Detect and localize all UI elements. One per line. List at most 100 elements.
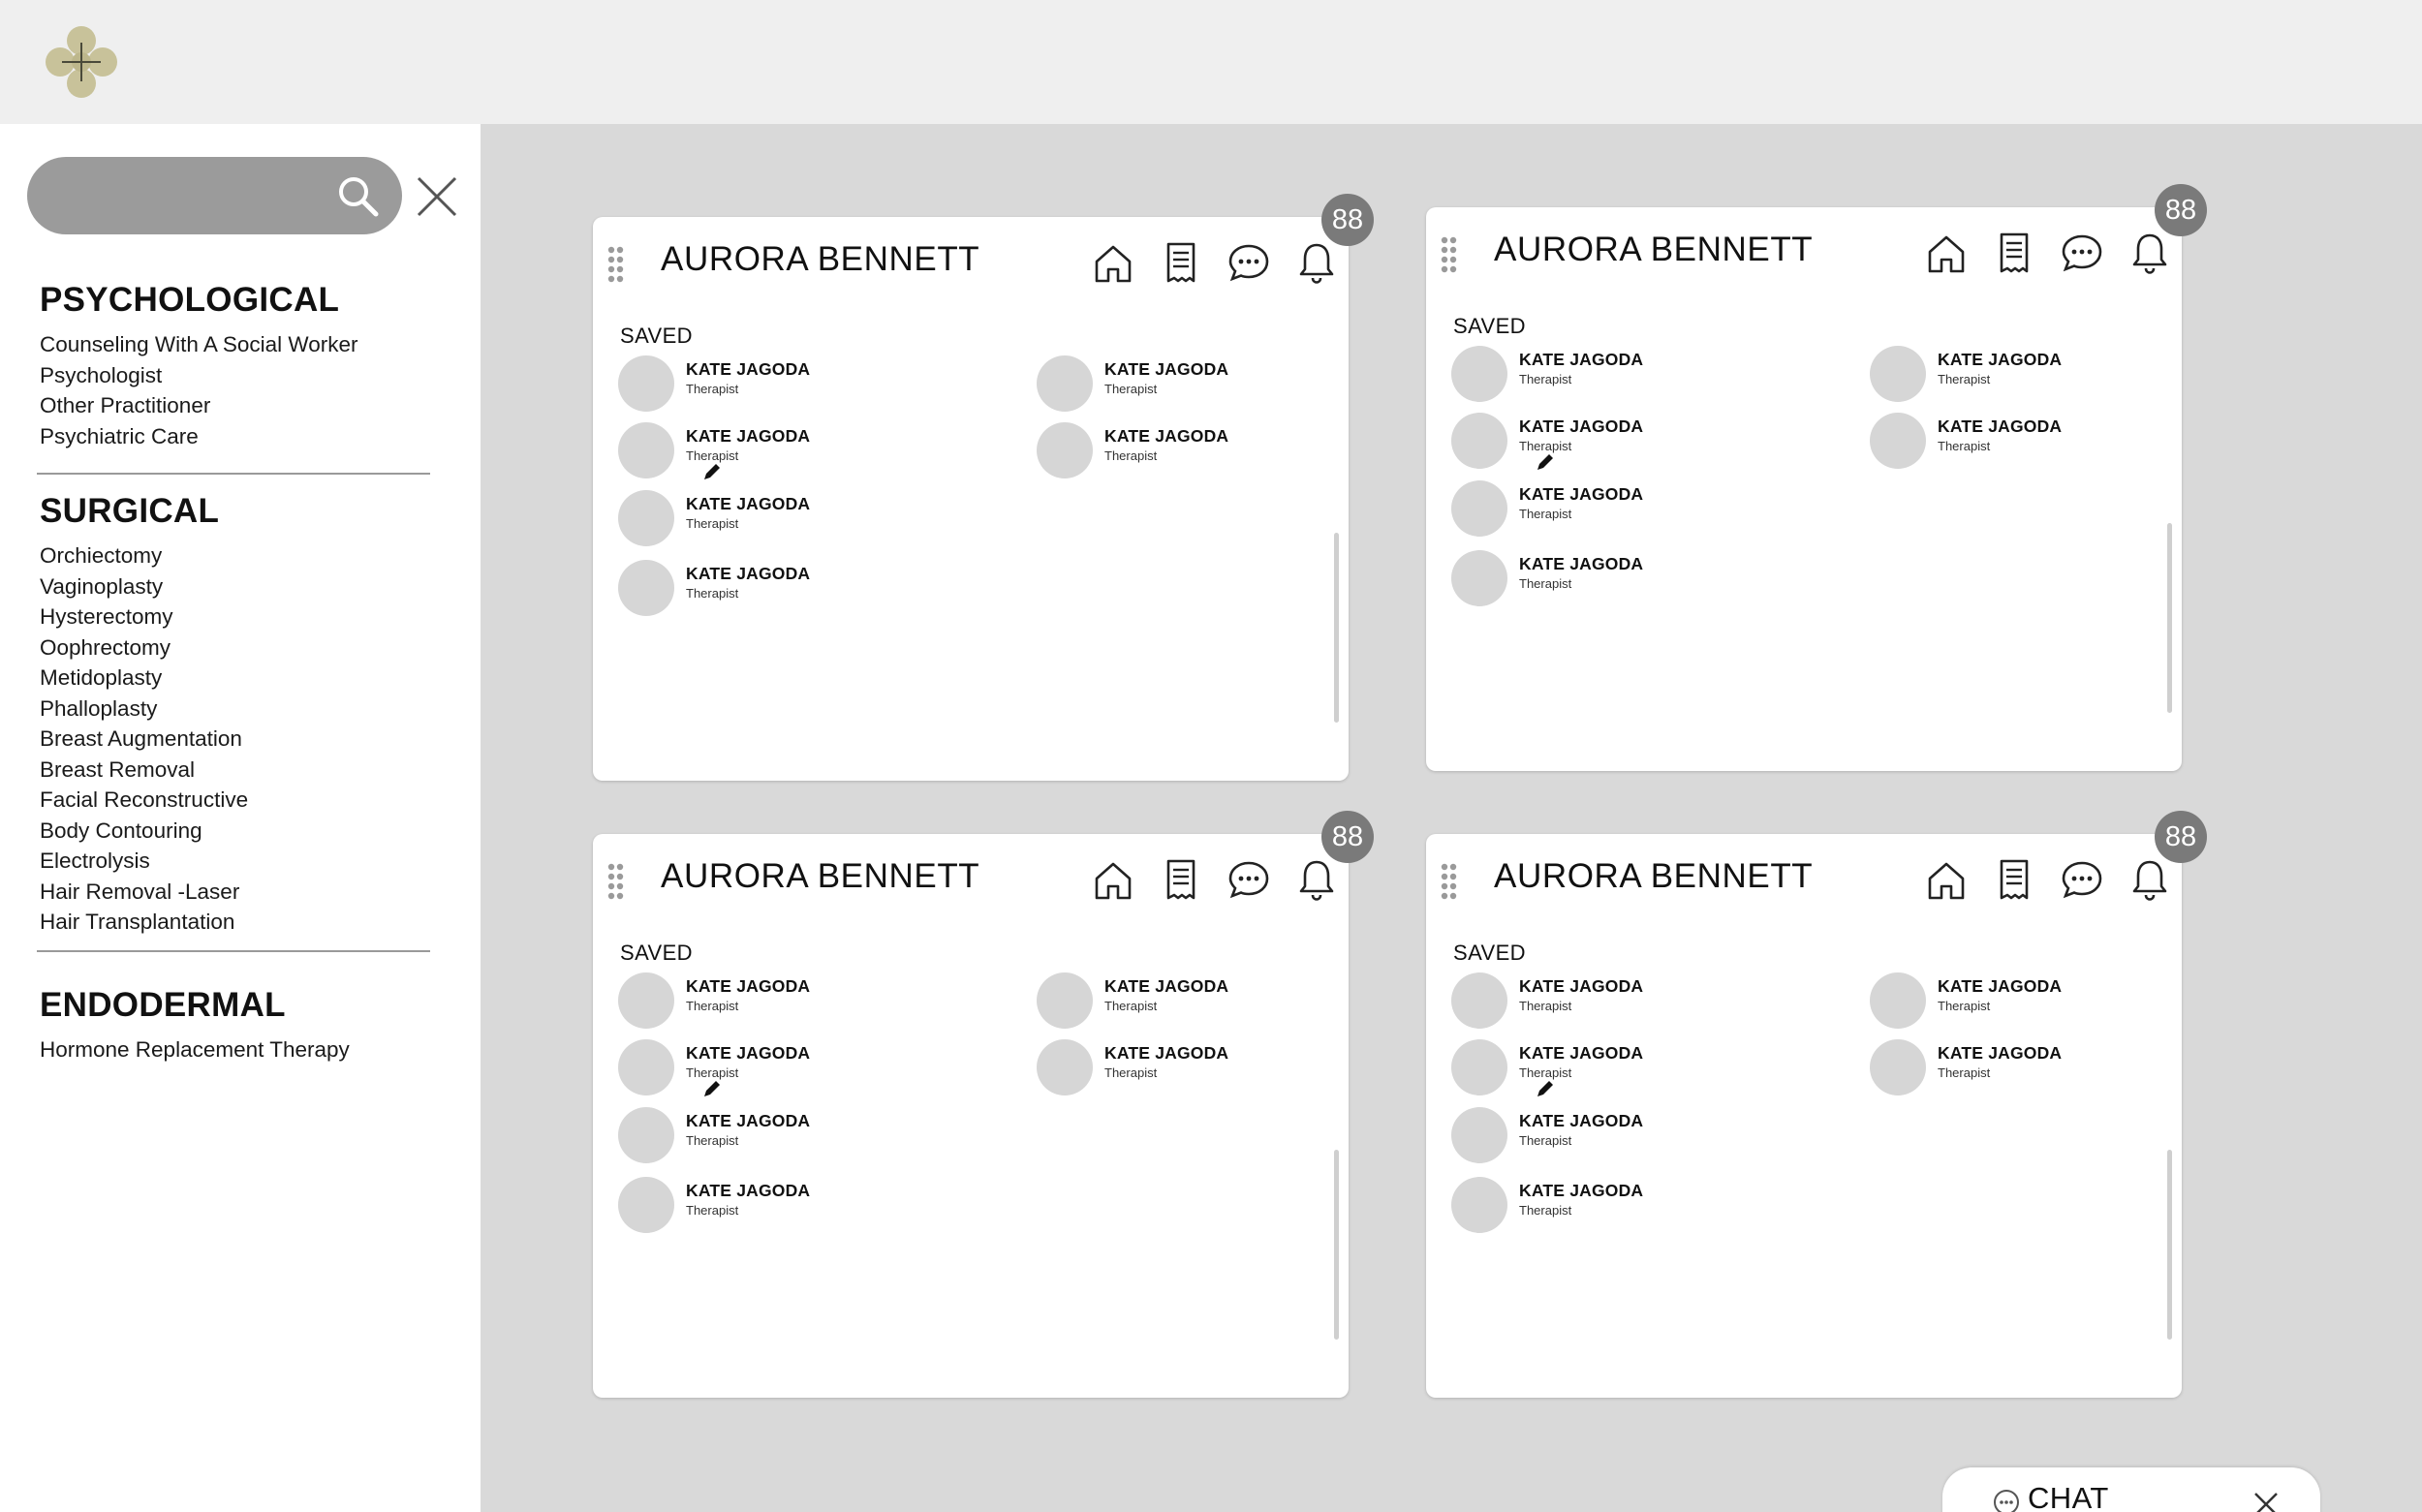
category-item[interactable]: Electrolysis — [40, 846, 248, 877]
bell-icon[interactable] — [2126, 855, 2174, 904]
saved-person[interactable]: KATE JAGODA Therapist — [1451, 1177, 1742, 1235]
notification-badge[interactable]: 88 — [2155, 811, 2207, 863]
person-role: Therapist — [686, 999, 739, 1013]
home-icon[interactable] — [1089, 855, 1137, 904]
category-item[interactable]: Phalloplasty — [40, 694, 248, 725]
receipt-icon[interactable] — [1157, 238, 1205, 287]
search-icon[interactable] — [334, 172, 381, 219]
saved-person[interactable]: KATE JAGODA Therapist — [1037, 1039, 1327, 1097]
category-item[interactable]: Counseling With A Social Worker — [40, 329, 357, 360]
category-item[interactable]: Psychologist — [40, 360, 357, 391]
person-name: KATE JAGODA — [686, 1111, 811, 1130]
search-bar[interactable] — [27, 157, 402, 234]
logo-icon[interactable] — [45, 25, 118, 99]
saved-person[interactable]: KATE JAGODA Therapist — [1870, 972, 2160, 1031]
scrollbar[interactable] — [2167, 523, 2172, 713]
scrollbar[interactable] — [1334, 1150, 1339, 1340]
category-item[interactable]: Hair Removal -Laser — [40, 877, 248, 908]
scrollbar[interactable] — [1334, 533, 1339, 723]
receipt-icon[interactable] — [1990, 229, 2038, 277]
saved-person[interactable]: KATE JAGODA Therapist — [618, 422, 909, 480]
saved-person[interactable]: KATE JAGODA Therapist — [1451, 550, 1742, 608]
saved-person[interactable]: KATE JAGODA Therapist — [618, 1177, 909, 1235]
category-item[interactable]: Body Contouring — [40, 816, 248, 847]
profile-card: AURORA BENNETT 88 SAVED KATE JAGODA Therapis… — [593, 811, 1374, 1398]
category-item[interactable]: Breast Removal — [40, 755, 248, 786]
avatar — [1037, 422, 1093, 478]
chat-bubble-icon[interactable] — [2058, 229, 2106, 277]
saved-person[interactable]: KATE JAGODA Therapist — [1870, 1039, 2160, 1097]
person-name: KATE JAGODA — [1104, 359, 1229, 379]
avatar — [1451, 1107, 1507, 1163]
category-item[interactable]: Oophrectomy — [40, 633, 248, 663]
category-item[interactable]: Hysterectomy — [40, 602, 248, 633]
saved-person[interactable]: KATE JAGODA Therapist — [618, 972, 909, 1031]
category-item[interactable]: Psychiatric Care — [40, 421, 357, 452]
category-item[interactable]: Facial Reconstructive — [40, 785, 248, 816]
bell-icon[interactable] — [2126, 229, 2174, 277]
pencil-icon[interactable] — [701, 461, 723, 482]
card-toolbar — [1922, 229, 2193, 277]
saved-person[interactable]: KATE JAGODA Therapist — [618, 560, 909, 618]
saved-person[interactable]: KATE JAGODA Therapist — [1451, 413, 1742, 471]
home-icon[interactable] — [1922, 855, 1971, 904]
person-name: KATE JAGODA — [1938, 350, 2063, 369]
pencil-icon[interactable] — [701, 1078, 723, 1099]
saved-person[interactable]: KATE JAGODA Therapist — [618, 1107, 909, 1165]
receipt-icon[interactable] — [1990, 855, 2038, 904]
notification-badge[interactable]: 88 — [2155, 184, 2207, 236]
bell-icon[interactable] — [1292, 238, 1341, 287]
notification-badge[interactable]: 88 — [1321, 811, 1374, 863]
category-title: ENDODERMAL — [40, 986, 286, 1024]
person-role: Therapist — [1938, 1065, 1991, 1080]
category-item[interactable]: Other Practitioner — [40, 390, 357, 421]
home-icon[interactable] — [1089, 238, 1137, 287]
close-icon[interactable] — [415, 174, 459, 219]
scrollbar[interactable] — [2167, 1150, 2172, 1340]
avatar — [1037, 355, 1093, 412]
bell-icon[interactable] — [1292, 855, 1341, 904]
saved-person[interactable]: KATE JAGODA Therapist — [1037, 972, 1327, 1031]
chat-bar[interactable]: CHAT — [1942, 1467, 2320, 1512]
saved-person[interactable]: KATE JAGODA Therapist — [1870, 346, 2160, 404]
close-icon[interactable] — [2252, 1491, 2280, 1512]
person-name: KATE JAGODA — [686, 494, 811, 513]
category-surgical: SURGICAL Orchiectomy Vaginoplasty Hyster… — [40, 492, 248, 938]
avatar — [618, 560, 674, 616]
drag-handle-icon[interactable] — [606, 863, 626, 900]
avatar — [1451, 480, 1507, 537]
person-role: Therapist — [686, 1203, 739, 1218]
saved-person[interactable]: KATE JAGODA Therapist — [618, 1039, 909, 1097]
person-role: Therapist — [686, 516, 739, 531]
pencil-icon[interactable] — [1535, 451, 1556, 473]
profile-card: AURORA BENNETT 88 SAVED KATE JAGODA Therapis… — [593, 194, 1374, 781]
saved-person[interactable]: KATE JAGODA Therapist — [1451, 1107, 1742, 1165]
category-item[interactable]: Metidoplasty — [40, 663, 248, 694]
category-item[interactable]: Hair Transplantation — [40, 907, 248, 938]
saved-person[interactable]: KATE JAGODA Therapist — [618, 355, 909, 414]
category-item[interactable]: Vaginoplasty — [40, 571, 248, 602]
home-icon[interactable] — [1922, 229, 1971, 277]
category-item[interactable]: Hormone Replacement Therapy — [40, 1034, 350, 1065]
notification-badge[interactable]: 88 — [1321, 194, 1374, 246]
saved-person[interactable]: KATE JAGODA Therapist — [1870, 413, 2160, 471]
pencil-icon[interactable] — [1535, 1078, 1556, 1099]
chat-bubble-icon[interactable] — [2058, 855, 2106, 904]
chat-bubble-icon[interactable] — [1225, 855, 1273, 904]
drag-handle-icon[interactable] — [1440, 863, 1459, 900]
drag-handle-icon[interactable] — [1440, 236, 1459, 273]
saved-person[interactable]: KATE JAGODA Therapist — [1451, 480, 1742, 539]
chat-bubble-icon[interactable] — [1225, 238, 1273, 287]
search-input[interactable] — [50, 157, 341, 234]
category-item[interactable]: Breast Augmentation — [40, 724, 248, 755]
drag-handle-icon[interactable] — [606, 246, 626, 283]
saved-person[interactable]: KATE JAGODA Therapist — [1451, 1039, 1742, 1097]
saved-person[interactable]: KATE JAGODA Therapist — [1451, 346, 1742, 404]
saved-person[interactable]: KATE JAGODA Therapist — [1037, 422, 1327, 480]
category-item[interactable]: Orchiectomy — [40, 540, 248, 571]
person-role: Therapist — [686, 1133, 739, 1148]
saved-person[interactable]: KATE JAGODA Therapist — [618, 490, 909, 548]
saved-person[interactable]: KATE JAGODA Therapist — [1037, 355, 1327, 414]
saved-person[interactable]: KATE JAGODA Therapist — [1451, 972, 1742, 1031]
receipt-icon[interactable] — [1157, 855, 1205, 904]
